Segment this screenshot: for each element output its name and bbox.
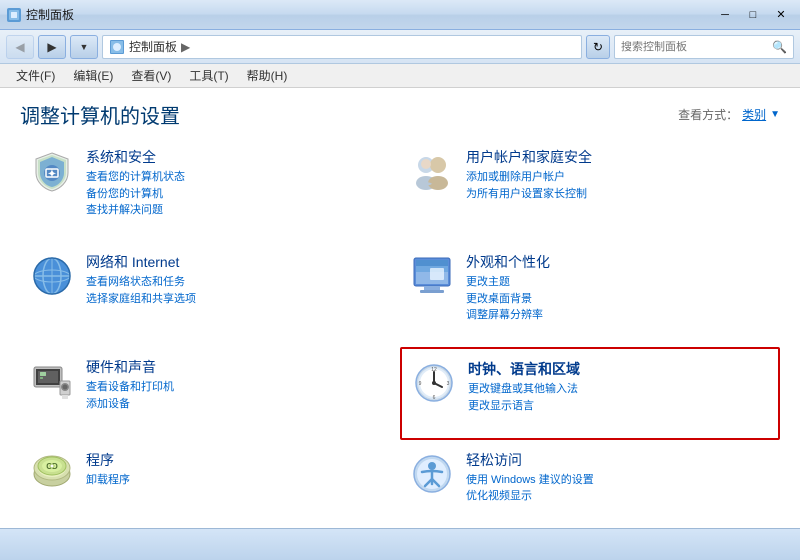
breadcrumb-arrow: ▶ (181, 40, 190, 54)
appearance-link-2[interactable]: 调整屏幕分辨率 (466, 307, 772, 324)
category-network[interactable]: 网络和 Internet 查看网络状态和任务 选择家庭组和共享选项 (20, 242, 400, 347)
svg-text:3: 3 (447, 381, 450, 387)
menu-edit[interactable]: 编辑(E) (65, 65, 121, 86)
system-security-title[interactable]: 系统和安全 (86, 147, 392, 167)
system-link-0[interactable]: 查看您的计算机状态 (86, 169, 392, 186)
clock-region-title[interactable]: 时钟、语言和区域 (468, 359, 770, 379)
maximize-button[interactable]: □ (740, 5, 766, 25)
dropdown-button[interactable]: ▼ (70, 35, 98, 59)
network-link-1[interactable]: 选择家庭组和共享选项 (86, 291, 392, 308)
svg-text:9: 9 (419, 381, 422, 387)
title-text: 控制面板 (26, 6, 74, 23)
view-value[interactable]: 类别 (742, 106, 766, 123)
control-panel-icon (109, 39, 125, 55)
programs-icon: CD (28, 450, 76, 498)
menu-file[interactable]: 文件(F) (8, 65, 63, 86)
main-content: 调整计算机的设置 查看方式： 类别 ▼ ✦ 系统和安全 查看您的计算 (0, 88, 800, 528)
user-link-0[interactable]: 添加或删除用户帐户 (466, 169, 772, 186)
accessibility-text: 轻松访问 使用 Windows 建议的设置 优化视频显示 (466, 450, 772, 505)
clock-link-1[interactable]: 更改显示语言 (468, 398, 770, 415)
title-bar-left: 控制面板 (6, 6, 74, 23)
network-title[interactable]: 网络和 Internet (86, 252, 392, 272)
view-selector: 查看方式： 类别 ▼ (678, 106, 780, 123)
categories-grid: ✦ 系统和安全 查看您的计算机状态 备份您的计算机 查找并解决问题 (0, 137, 800, 528)
appearance-icon (408, 252, 456, 300)
category-hardware[interactable]: 硬件和声音 查看设备和打印机 添加设备 (20, 347, 400, 440)
category-system-security[interactable]: ✦ 系统和安全 查看您的计算机状态 备份您的计算机 查找并解决问题 (20, 137, 400, 242)
network-icon (28, 252, 76, 300)
user-accounts-text: 用户帐户和家庭安全 添加或删除用户帐户 为所有用户设置家长控制 (466, 147, 772, 202)
category-user-accounts[interactable]: 用户帐户和家庭安全 添加或删除用户帐户 为所有用户设置家长控制 (400, 137, 780, 242)
menu-tools[interactable]: 工具(T) (181, 65, 236, 86)
breadcrumb-bar: 控制面板 ▶ (102, 35, 582, 59)
title-bar: 控制面板 ─ □ ✕ (0, 0, 800, 30)
hardware-icon (28, 357, 76, 405)
svg-text:6: 6 (433, 395, 436, 401)
accessibility-title[interactable]: 轻松访问 (466, 450, 772, 470)
system-security-icon: ✦ (28, 147, 76, 195)
programs-title[interactable]: 程序 (86, 450, 392, 470)
network-link-0[interactable]: 查看网络状态和任务 (86, 274, 392, 291)
network-text: 网络和 Internet 查看网络状态和任务 选择家庭组和共享选项 (86, 252, 392, 307)
category-clock-region[interactable]: 12 3 6 9 时钟、语言和区域 更改键盘或其他输入法 更改显示语言 (400, 347, 780, 440)
user-link-1[interactable]: 为所有用户设置家长控制 (466, 186, 772, 203)
category-appearance[interactable]: 外观和个性化 更改主题 更改桌面背景 调整屏幕分辨率 (400, 242, 780, 347)
forward-button[interactable]: ▶ (38, 35, 66, 59)
menu-help[interactable]: 帮助(H) (239, 65, 296, 86)
hardware-title[interactable]: 硬件和声音 (86, 357, 392, 377)
svg-text:12: 12 (431, 367, 437, 373)
system-security-text: 系统和安全 查看您的计算机状态 备份您的计算机 查找并解决问题 (86, 147, 392, 219)
address-bar: ◀ ▶ ▼ 控制面板 ▶ ↻ 🔍 (0, 30, 800, 64)
appearance-link-0[interactable]: 更改主题 (466, 274, 772, 291)
menu-view[interactable]: 查看(V) (123, 65, 179, 86)
content-header: 调整计算机的设置 查看方式： 类别 ▼ (0, 88, 800, 137)
close-button[interactable]: ✕ (768, 5, 794, 25)
status-bar (0, 528, 800, 560)
category-programs[interactable]: CD 程序 卸载程序 (20, 440, 400, 529)
appearance-link-1[interactable]: 更改桌面背景 (466, 291, 772, 308)
view-label: 查看方式： (678, 106, 738, 123)
clock-icon: 12 3 6 9 (410, 359, 458, 407)
user-accounts-icon (408, 147, 456, 195)
back-button[interactable]: ◀ (6, 35, 34, 59)
accessibility-link-1[interactable]: 优化视频显示 (466, 488, 772, 505)
clock-link-0[interactable]: 更改键盘或其他输入法 (468, 381, 770, 398)
accessibility-icon (408, 450, 456, 498)
programs-link-0[interactable]: 卸载程序 (86, 472, 392, 489)
hardware-text: 硬件和声音 查看设备和打印机 添加设备 (86, 357, 392, 412)
hardware-link-1[interactable]: 添加设备 (86, 396, 392, 413)
system-link-2[interactable]: 查找并解决问题 (86, 202, 392, 219)
window-icon (6, 7, 22, 23)
view-dropdown-icon[interactable]: ▼ (770, 109, 780, 120)
page-title: 调整计算机的设置 (20, 100, 180, 129)
clock-region-text: 时钟、语言和区域 更改键盘或其他输入法 更改显示语言 (468, 359, 770, 414)
search-bar: 🔍 (614, 35, 794, 59)
menu-bar: 文件(F) 编辑(E) 查看(V) 工具(T) 帮助(H) (0, 64, 800, 88)
search-icon[interactable]: 🔍 (772, 40, 787, 54)
refresh-button[interactable]: ↻ (586, 35, 610, 59)
accessibility-link-0[interactable]: 使用 Windows 建议的设置 (466, 472, 772, 489)
breadcrumb-path: 控制面板 (129, 38, 177, 55)
appearance-title[interactable]: 外观和个性化 (466, 252, 772, 272)
user-accounts-title[interactable]: 用户帐户和家庭安全 (466, 147, 772, 167)
category-accessibility[interactable]: 轻松访问 使用 Windows 建议的设置 优化视频显示 (400, 440, 780, 529)
search-input[interactable] (621, 41, 772, 53)
system-link-1[interactable]: 备份您的计算机 (86, 186, 392, 203)
programs-text: 程序 卸载程序 (86, 450, 392, 489)
minimize-button[interactable]: ─ (712, 5, 738, 25)
appearance-text: 外观和个性化 更改主题 更改桌面背景 调整屏幕分辨率 (466, 252, 772, 324)
svg-text:✦: ✦ (48, 169, 56, 180)
title-controls: ─ □ ✕ (712, 5, 794, 25)
hardware-link-0[interactable]: 查看设备和打印机 (86, 379, 392, 396)
